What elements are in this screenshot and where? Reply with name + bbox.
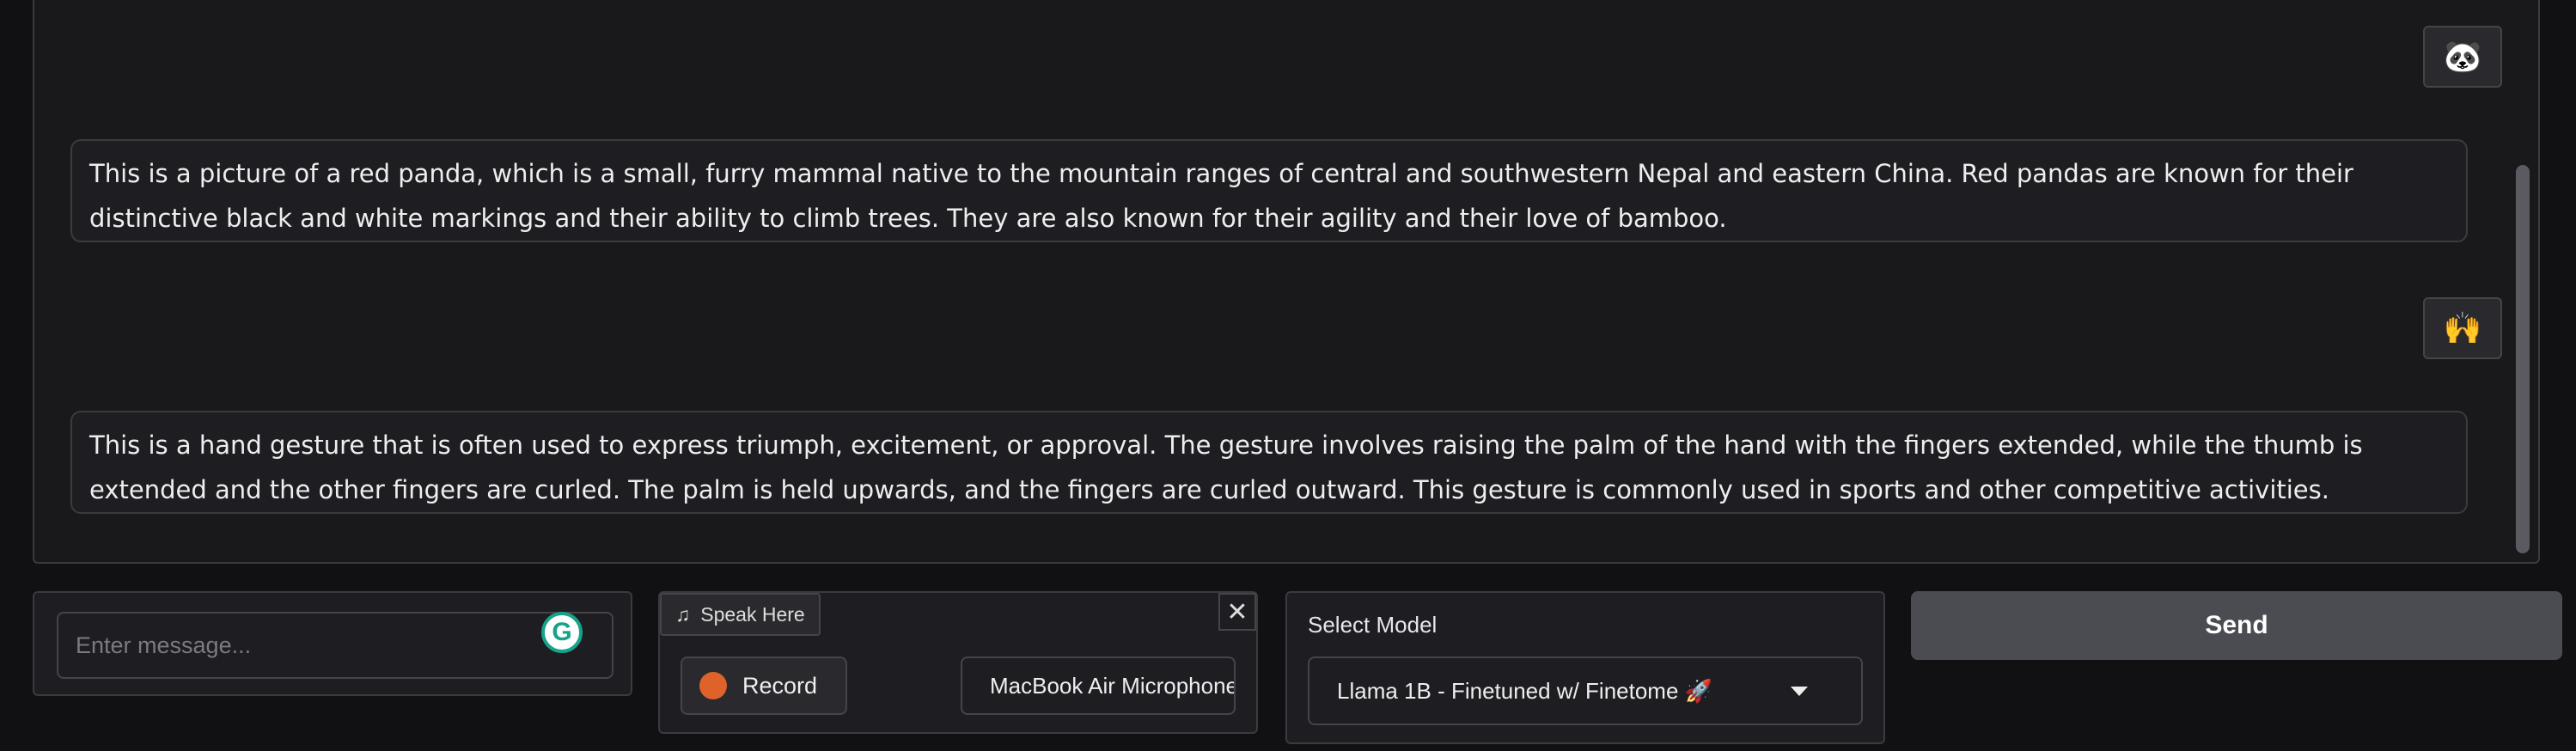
record-button[interactable]: Record (681, 656, 847, 715)
chevron-down-icon (1791, 686, 1808, 696)
user-message-image-raising-hands: 🙌 (2423, 297, 2502, 359)
audio-input-container: ♫ Speak Here ✕ Record MacBook Air Microp… (658, 591, 1258, 734)
model-select-container: Select Model Llama 1B - Finetuned w/ Fin… (1285, 591, 1885, 744)
bot-message-text: This is a picture of a red panda, which … (89, 159, 2353, 233)
select-model-label: Select Model (1308, 612, 1438, 638)
raising-hands-icon: 🙌 (2443, 311, 2482, 346)
close-icon[interactable]: ✕ (1218, 593, 1256, 631)
message-input-container: G (33, 591, 632, 696)
grammarly-icon[interactable]: G (541, 612, 583, 653)
bot-message-text: This is a hand gesture that is often use… (89, 430, 2363, 504)
chat-scrollbar[interactable] (2516, 0, 2535, 560)
music-note-icon: ♫ (675, 602, 691, 626)
chat-panel: 🐼 This is a picture of a red panda, whic… (33, 0, 2540, 564)
message-input[interactable] (57, 612, 613, 679)
bot-message: This is a hand gesture that is often use… (70, 411, 2468, 514)
microphone-select-value: MacBook Air Microphone (990, 672, 1236, 699)
record-dot-icon (699, 672, 727, 699)
user-message-image-panda: 🐼 (2423, 26, 2502, 88)
chat-scrollbar-thumb[interactable] (2516, 165, 2530, 553)
microphone-select[interactable]: MacBook Air Microphone (961, 656, 1236, 715)
speak-here-label: Speak Here (700, 602, 805, 626)
speak-here-tab[interactable]: ♫ Speak Here (660, 593, 821, 636)
model-dropdown[interactable]: Llama 1B - Finetuned w/ Finetome 🚀 (1308, 656, 1863, 725)
send-button[interactable]: Send (1911, 591, 2562, 660)
panda-icon: 🐼 (2443, 40, 2482, 75)
bot-message: This is a picture of a red panda, which … (70, 139, 2468, 242)
model-dropdown-value: Llama 1B - Finetuned w/ Finetome 🚀 (1337, 677, 1713, 704)
record-label: Record (742, 672, 818, 699)
